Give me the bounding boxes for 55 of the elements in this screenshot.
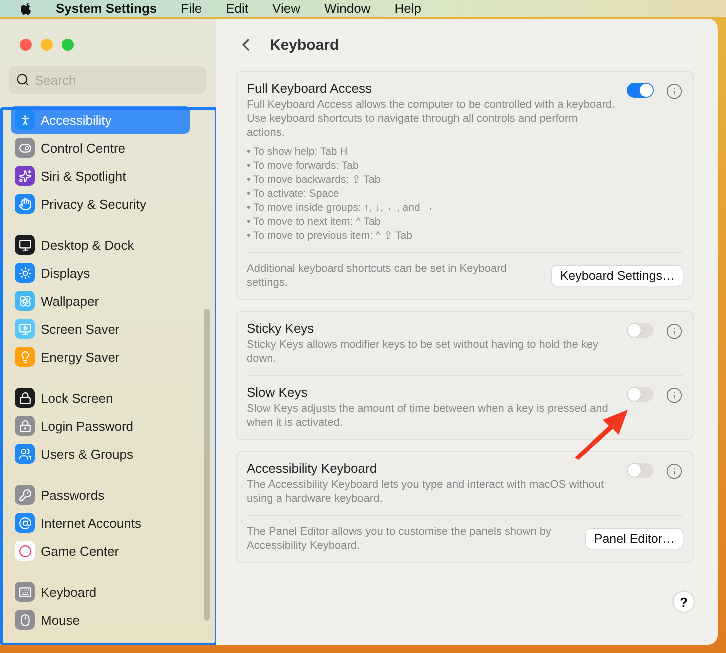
shortcut-item: • To activate: Space [247, 187, 340, 201]
menu-item[interactable]: Edit [226, 1, 249, 16]
menu-item[interactable]: View [272, 1, 300, 16]
settings-button[interactable]: Panel Editor… [586, 529, 683, 549]
scrollbar[interactable] [204, 309, 210, 621]
sidebar-item[interactable]: Mouse [11, 606, 190, 634]
setting-description: Full Keyboard Access allows the computer to be controlled with a keyboard. Use keyboard shortcuts to navigate through all controls and perform actions. [247, 98, 616, 140]
setting-title: Slow Keys [247, 385, 309, 400]
sidebar-item[interactable]: Screen Saver [11, 315, 190, 343]
shortcut-item: • To move backwards: ⇧ Tab [247, 173, 382, 187]
sidebar-item[interactable]: Users & Groups [11, 440, 190, 468]
sidebar-item[interactable]: Control Centre [11, 134, 190, 162]
sidebar-item[interactable]: Passwords [11, 481, 190, 509]
settings-button[interactable]: Keyboard Settings… [552, 266, 683, 286]
app-menu[interactable]: System Settings [56, 1, 158, 16]
menu-item[interactable]: File [181, 1, 202, 16]
menu-item[interactable]: Window [324, 1, 371, 16]
sidebar-item[interactable]: Privacy & Security [11, 190, 190, 218]
shortcut-item: • To move inside groups: ↑, ↓, ←, and → [247, 201, 435, 215]
shortcut-item: • To move to previous item: ^ ⇧ Tab [247, 229, 414, 243]
info-icon[interactable] [666, 463, 683, 480]
shortcut-item: • To show help: Tab H [247, 145, 349, 159]
help-button[interactable]: ? [674, 592, 694, 612]
info-icon[interactable] [666, 323, 683, 340]
setting-title: Accessibility Keyboard [247, 461, 378, 476]
sidebar-item[interactable]: Displays [11, 259, 190, 287]
info-icon[interactable] [666, 387, 683, 404]
apple-logo-icon[interactable] [20, 2, 32, 16]
toggle-switch[interactable] [627, 83, 654, 98]
search-icon [16, 73, 30, 87]
sidebar-item[interactable]: Wallpaper [11, 287, 190, 315]
toggle-switch[interactable] [627, 463, 654, 478]
shortcut-item: • To move to next item: ^ Tab [247, 215, 382, 229]
sidebar-item[interactable]: Lock Screen [11, 384, 190, 412]
setting-description: The Accessibility Keyboard lets you type and interact with macOS without using a hardware keyboard. [247, 478, 606, 506]
sidebar-item[interactable]: Keyboard [11, 578, 190, 606]
menu-item[interactable]: Help [394, 1, 422, 16]
setting-description: Additional keyboard shortcuts can be set in Keyboard settings. [247, 262, 508, 290]
shortcut-item: • To move forwards: Tab [247, 159, 360, 173]
setting-description: Slow Keys adjusts the amount of time between when a key is pressed and when it is activated. [247, 402, 610, 430]
setting-description: Sticky Keys allows modifier keys to be set without having to hold the key down. [247, 338, 600, 366]
setting-title: Sticky Keys [247, 321, 316, 336]
setting-description: The Panel Editor allows you to customise the panels shown by Accessibility Keyboard. [247, 525, 552, 553]
sidebar-item[interactable]: Desktop & Dock [11, 231, 190, 259]
info-icon[interactable] [666, 83, 683, 100]
toggle-switch[interactable] [627, 387, 654, 402]
sidebar-item[interactable]: Game Center [11, 537, 190, 565]
sidebar-item[interactable]: Login Password [11, 412, 190, 440]
setting-title: Full Keyboard Access [247, 81, 374, 96]
sidebar-item[interactable]: Siri & Spotlight [11, 162, 190, 190]
page-title: Keyboard [270, 36, 340, 54]
sidebar-item[interactable]: Internet Accounts [11, 509, 190, 537]
close-button[interactable] [20, 39, 32, 51]
sidebar-item[interactable]: Energy Saver [11, 343, 190, 371]
toggle-switch[interactable] [627, 323, 654, 338]
